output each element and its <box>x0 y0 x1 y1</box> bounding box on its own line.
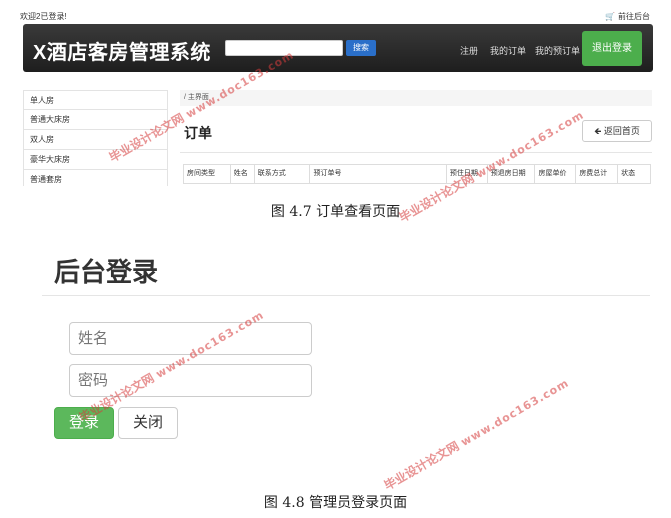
column-header: 联系方式 <box>255 165 311 183</box>
back-home-label: 返回首页 <box>603 126 640 136</box>
site-brand[interactable]: X酒店客房管理系统 <box>33 36 211 65</box>
sidebar-item-single[interactable]: 单人房 <box>23 90 168 110</box>
divider <box>42 295 650 296</box>
breadcrumb[interactable]: / 主界面 <box>180 90 652 106</box>
column-header: 预退房日期 <box>488 165 536 183</box>
sidebar-item-double[interactable]: 双人房 <box>23 130 168 150</box>
orders-table-header: 房间类型 姓名 联系方式 预订单号 预住日期 预退房日期 房屋单价 房费总计 状… <box>183 164 651 184</box>
logout-button[interactable]: 退出登录 <box>582 31 642 66</box>
goto-backend-link[interactable]: 🛒 前往后台 <box>605 11 650 22</box>
room-type-sidebar: 单人房 普通大床房 双人房 豪华大床房 普通套房 <box>23 90 168 186</box>
divider <box>180 152 652 153</box>
column-header: 姓名 <box>231 165 255 183</box>
top-navbar: X酒店客房管理系统 搜索 注册 我的订单 我的预订单 退出登录 <box>23 24 653 72</box>
page-title: 订单 <box>184 125 212 141</box>
login-title: 后台登录 <box>54 257 159 287</box>
nav-register-link[interactable]: 注册 <box>460 44 478 57</box>
column-header: 预订单号 <box>310 165 447 183</box>
search-input[interactable] <box>225 40 343 56</box>
welcome-text: 欢迎2已登录! <box>20 12 67 21</box>
login-button[interactable]: 登录 <box>54 407 114 439</box>
column-header: 状态 <box>621 170 636 177</box>
nav-my-orders-link[interactable]: 我的订单 <box>490 44 526 57</box>
goto-backend-label: 前往后台 <box>618 12 650 21</box>
column-header: 房屋单价 <box>535 165 577 183</box>
column-header: 房费总计 <box>576 165 619 183</box>
search-button[interactable]: 搜索 <box>346 40 376 56</box>
sidebar-item-standard-suite[interactable]: 普通套房 <box>23 170 168 186</box>
name-input[interactable] <box>69 322 312 355</box>
figure-caption-4-8: 图 4.8 管理员登录页面 <box>263 495 408 511</box>
close-button[interactable]: 关闭 <box>118 407 178 439</box>
admin-login-screenshot: 后台登录 登录 关闭 <box>30 234 650 444</box>
arrow-left-icon: 🡸 <box>594 126 602 136</box>
nav-my-reservations-link[interactable]: 我的预订单 <box>535 44 580 57</box>
sidebar-item-standard-queen[interactable]: 普通大床房 <box>23 110 168 130</box>
column-header: 房间类型 <box>184 165 231 183</box>
watermark-cn: 毕业设计论文网 <box>381 438 462 493</box>
cart-icon: 🛒 <box>605 12 615 21</box>
sidebar-item-deluxe-queen[interactable]: 豪华大床房 <box>23 150 168 170</box>
password-input[interactable] <box>69 364 312 397</box>
back-home-button[interactable]: 🡸 返回首页 <box>582 120 652 142</box>
column-header: 预住日期 <box>447 165 488 183</box>
order-page-screenshot: 欢迎2已登录! 🛒 前往后台 X酒店客房管理系统 搜索 注册 我的订单 我的预订… <box>20 6 656 186</box>
figure-caption-4-7: 图 4.7 订单查看页面 <box>270 204 401 220</box>
